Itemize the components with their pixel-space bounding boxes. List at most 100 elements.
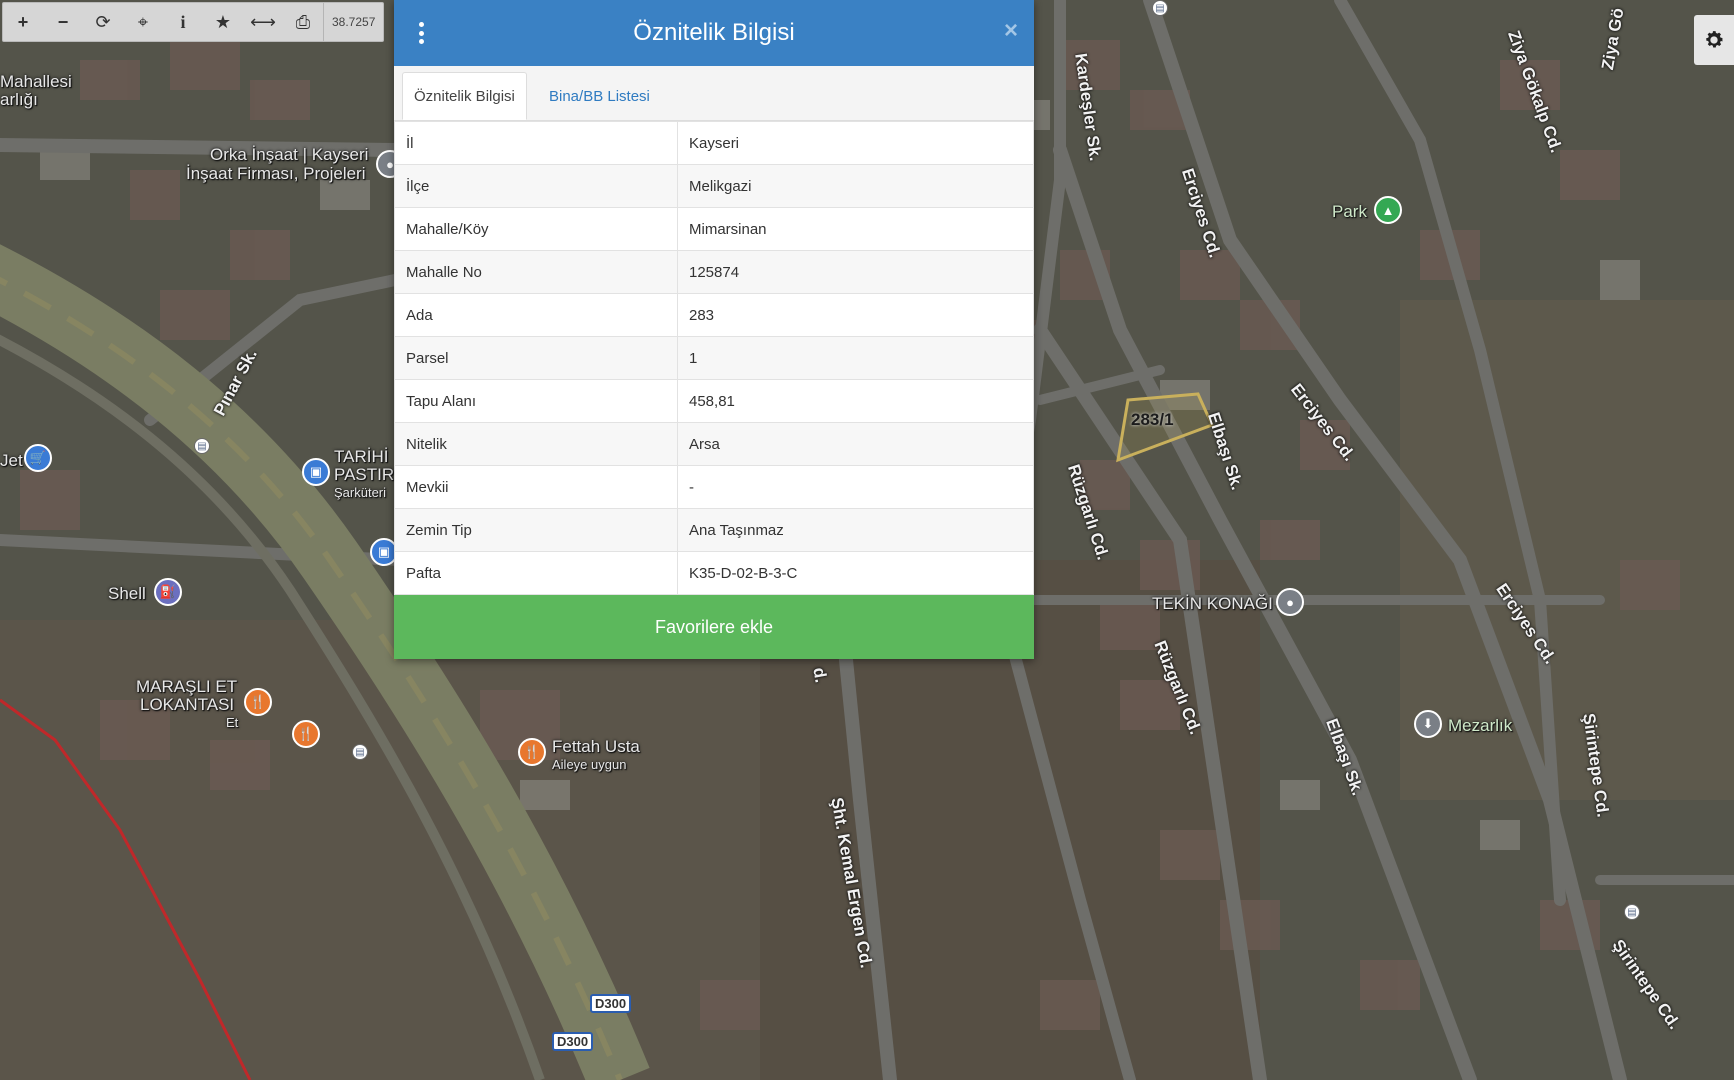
info-button[interactable]: i — [163, 3, 203, 41]
close-icon: × — [1003, 17, 1018, 44]
road-shield-d300-a: D300 — [590, 994, 632, 1013]
map-label-arligi: arlığı — [0, 90, 38, 109]
crosshair-icon: ⌖ — [137, 11, 149, 32]
refresh-button[interactable]: ⟳ — [83, 3, 123, 41]
attr-value: Arsa — [677, 422, 1034, 466]
attr-key: Mahalle No — [394, 250, 678, 294]
print-icon: ⎙ — [295, 11, 311, 32]
attr-value: 125874 — [677, 250, 1034, 294]
dialog-title: Öznitelik Bilgisi — [633, 19, 795, 46]
plus-icon: + — [17, 11, 29, 32]
map-label-orka-2: İnşaat Firması, Projeleri — [186, 164, 366, 183]
tab-attribute-info[interactable]: Öznitelik Bilgisi — [402, 72, 527, 120]
dot-icon — [418, 30, 424, 36]
dialog-tabs: Öznitelik Bilgisi Bina/BB Listesi — [394, 66, 1034, 121]
attr-value: 458,81 — [677, 379, 1034, 423]
print-button[interactable]: ⎙ — [283, 3, 323, 41]
dot-icon — [418, 22, 424, 27]
table-row: İl Kayseri — [394, 121, 1034, 165]
dialog-menu-button[interactable] — [416, 22, 426, 44]
table-row: Zemin Tip Ana Taşınmaz — [394, 508, 1034, 552]
table-row: Mevkii - — [394, 465, 1034, 509]
attribute-table: İl Kayseri İlçe Melikgazi Mahalle/Köy Mimar… — [394, 121, 1034, 595]
attr-value: 283 — [677, 293, 1034, 337]
attr-key: Mevkii — [394, 465, 678, 509]
table-row: Nitelik Arsa — [394, 422, 1034, 466]
map-label-tarihi: TARİHİ — [334, 447, 389, 466]
parcel-label[interactable]: 283/1 — [1131, 410, 1174, 430]
table-row: Pafta K35-D-02-B-3-C — [394, 551, 1034, 595]
table-row: İlçe Melikgazi — [394, 164, 1034, 208]
bus-stop-icon[interactable]: ▤ — [194, 438, 210, 454]
settings-button[interactable] — [1694, 15, 1734, 65]
map-label-sarkuteri: Şarküteri — [334, 485, 387, 500]
dialog-header: Öznitelik Bilgisi × — [394, 0, 1034, 66]
map-label-pastir: PASTIR — [334, 465, 395, 484]
bus-stop-icon-3[interactable]: ▤ — [1152, 0, 1168, 16]
star-icon: ★ — [214, 11, 232, 32]
cart-poi-icon[interactable]: 🛒 — [24, 444, 52, 472]
table-row: Mahalle/Köy Mimarsinan — [394, 207, 1034, 251]
map-label-mezarlik: Mezarlık — [1448, 716, 1513, 735]
attr-key: Pafta — [394, 551, 678, 595]
attr-value: Kayseri — [677, 121, 1034, 165]
map-label-marasli-3: Et — [226, 715, 239, 730]
map-label-mahallesi: Mahallesi — [0, 72, 72, 91]
locate-button[interactable]: ⌖ — [123, 3, 163, 41]
bus-stop-icon-4[interactable]: ▤ — [1624, 904, 1640, 920]
attr-key: Tapu Alanı — [394, 379, 678, 423]
add-to-favorites-button[interactable]: Favorilere ekle — [394, 595, 1034, 659]
cemetery-poi-icon[interactable]: ⬇ — [1414, 710, 1442, 738]
attr-value: 1 — [677, 336, 1034, 380]
restaurant-poi-icon[interactable]: 🍴 — [244, 688, 272, 716]
table-row: Tapu Alanı 458,81 — [394, 379, 1034, 423]
gear-icon — [1706, 31, 1723, 48]
map-label-shell: Shell — [108, 584, 146, 603]
map-label-et-market: Jet — [0, 451, 23, 470]
map-label-marasli-1: MARAŞLI ET — [136, 677, 238, 696]
attr-value: K35-D-02-B-3-C — [677, 551, 1034, 595]
attr-value: Melikgazi — [677, 164, 1034, 208]
attr-value: Ana Taşınmaz — [677, 508, 1034, 552]
park-poi-icon[interactable]: ▲ — [1374, 196, 1402, 224]
map-label-fettah-2: Aileye uygun — [552, 757, 627, 772]
refresh-icon: ⟳ — [95, 11, 111, 32]
map-label-park: Park — [1332, 202, 1367, 221]
attr-key: Nitelik — [394, 422, 678, 466]
table-row: Ada 283 — [394, 293, 1034, 337]
map-label-orka-1: Orka İnşaat | Kayseri — [210, 145, 369, 164]
attr-value: - — [677, 465, 1034, 509]
measure-button[interactable]: ⟷ — [243, 3, 283, 41]
zoom-in-button[interactable]: + — [3, 3, 43, 41]
restaurant-poi-icon-2[interactable]: 🍴 — [292, 720, 320, 748]
landmark-poi-icon[interactable]: ● — [1276, 588, 1304, 616]
map-label-tekin: TEKİN KONAĞI — [1152, 594, 1273, 613]
favorites-button[interactable]: ★ — [203, 3, 243, 41]
road-shield-d300-b: D300 — [552, 1032, 594, 1051]
table-row: Mahalle No 125874 — [394, 250, 1034, 294]
coordinate-readout: 38.7257 — [323, 3, 383, 41]
shop-poi-icon[interactable]: ▣ — [302, 458, 330, 486]
map-toolbar: + − ⟳ ⌖ i ★ ⟷ ⎙ 38.7257 — [2, 2, 385, 42]
zoom-out-button[interactable]: − — [43, 3, 83, 41]
map-label-fettah-1: Fettah Usta — [552, 737, 640, 756]
attr-key: Zemin Tip — [394, 508, 678, 552]
table-row: Parsel 1 — [394, 336, 1034, 380]
attr-key: Ada — [394, 293, 678, 337]
attr-key: Mahalle/Köy — [394, 207, 678, 251]
attr-key: İlçe — [394, 164, 678, 208]
attr-key: Parsel — [394, 336, 678, 380]
measure-icon: ⟷ — [250, 11, 276, 32]
info-icon: i — [180, 11, 186, 32]
bus-stop-icon-2[interactable]: ▤ — [352, 744, 368, 760]
map-label-marasli-2: LOKANTASI — [140, 695, 235, 714]
fuel-poi-icon[interactable]: ⛽ — [154, 578, 182, 606]
attr-value: Mimarsinan — [677, 207, 1034, 251]
attribute-info-dialog: Öznitelik Bilgisi × Öznitelik Bilgisi Bi… — [394, 0, 1034, 659]
dot-icon — [418, 39, 424, 44]
close-button[interactable]: × — [1004, 18, 1018, 44]
tab-building-list[interactable]: Bina/BB Listesi — [538, 72, 661, 120]
minus-icon: − — [57, 11, 69, 32]
restaurant-poi-icon-3[interactable]: 🍴 — [518, 738, 546, 766]
attr-key: İl — [394, 121, 678, 165]
